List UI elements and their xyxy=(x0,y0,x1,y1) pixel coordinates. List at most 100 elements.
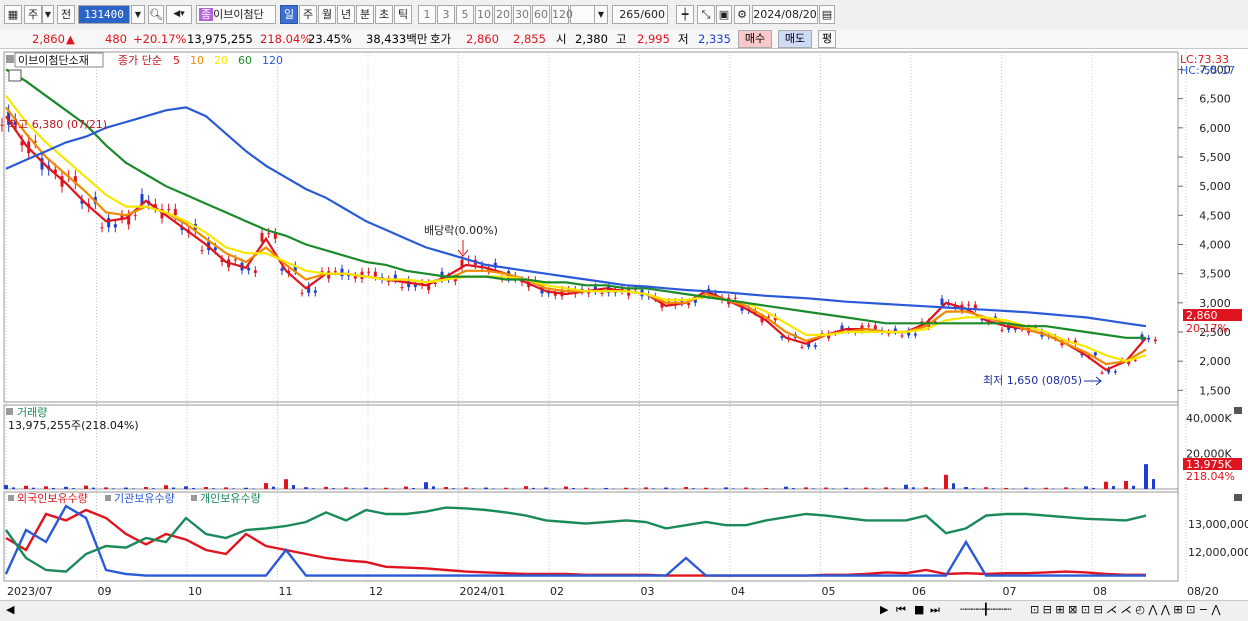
candle-body xyxy=(967,304,971,306)
stock-badge-icon: 종 xyxy=(199,8,214,21)
interval-120[interactable]: 120 xyxy=(551,5,573,24)
candle-body xyxy=(253,270,257,273)
holdings-close-icon[interactable] xyxy=(1234,494,1242,501)
volume-bar xyxy=(544,487,548,489)
volume-bar xyxy=(172,487,175,489)
volume-bar xyxy=(644,487,648,489)
interval-1[interactable]: 1 xyxy=(418,5,436,24)
interval-3[interactable]: 3 xyxy=(437,5,455,24)
interval-20[interactable]: 20 xyxy=(494,5,512,24)
high-value: 2,995 xyxy=(637,32,670,46)
volume-bar xyxy=(484,487,488,489)
eval-button[interactable]: 평 xyxy=(818,30,836,48)
holding-legend-2: 개인보유수량 xyxy=(200,492,261,505)
volume-bar xyxy=(432,486,435,489)
play-icon[interactable]: ▶ xyxy=(880,603,888,616)
ma-legend-10: 10 xyxy=(190,54,204,67)
volume-bar xyxy=(44,486,48,489)
volume-bar xyxy=(724,487,728,489)
y-tick-label: 5,000 xyxy=(1199,180,1231,193)
volume-bar xyxy=(872,488,875,489)
buy-button[interactable]: 매수 xyxy=(738,30,772,48)
interval-60[interactable]: 60 xyxy=(532,5,550,24)
zoom-slider[interactable]: ┄┄┄┄╂┄┄┄┄ xyxy=(960,603,1012,616)
interval-30[interactable]: 30 xyxy=(513,5,531,24)
period-mode-select[interactable]: 주 xyxy=(24,5,42,24)
code-dropdown-icon[interactable]: ▼ xyxy=(131,5,145,24)
search-icon[interactable]: 🔍︎ xyxy=(148,5,164,24)
candle-body xyxy=(1113,371,1117,373)
tools-icons[interactable]: ⊡ ⊟ ⊞ ⊠ ⊡ ⊟ ⋌ ⋌ ◴ ⋀ ⋀ ⊞ ⊡ − ⋀ xyxy=(1030,603,1221,616)
volume-bar xyxy=(1132,485,1135,489)
volume-bar xyxy=(104,487,108,489)
tab-period-1[interactable]: 주 xyxy=(299,5,317,24)
volume-bar xyxy=(672,488,675,489)
layout-icon[interactable]: ▦ xyxy=(4,5,22,24)
candle-body xyxy=(167,209,171,211)
rewind-icon[interactable]: ⏮ xyxy=(896,603,906,617)
forward-icon[interactable]: ⏭ xyxy=(930,603,940,617)
save-icon[interactable]: ▣ xyxy=(716,5,732,24)
tab-period-5[interactable]: 초 xyxy=(375,5,393,24)
stock-name: 이브이첨단 xyxy=(213,8,264,21)
vol-tick-label: 40,000K xyxy=(1186,412,1232,425)
scroll-left-icon[interactable]: ◀ xyxy=(6,603,14,616)
volume-bar xyxy=(212,488,215,489)
hoga-label: 호가 xyxy=(430,32,452,46)
interval-dropdown-icon[interactable]: ▼ xyxy=(594,5,608,24)
tab-period-6[interactable]: 틱 xyxy=(394,5,412,24)
grid-toggle-icon[interactable] xyxy=(8,69,22,82)
ma-legend-60: 60 xyxy=(238,54,252,67)
stop-icon[interactable]: ■ xyxy=(914,603,924,616)
prev-button[interactable]: 전 xyxy=(57,5,75,24)
draw-tool-icon[interactable]: ⤡ xyxy=(697,5,715,24)
volume-bar xyxy=(844,487,848,489)
volume-bar xyxy=(1072,488,1075,489)
volume-bar xyxy=(984,487,988,489)
volume-bar xyxy=(1092,487,1095,489)
volume-menu-icon[interactable] xyxy=(6,408,13,415)
volume-info: 13,975,255주(218.04%) xyxy=(8,419,139,432)
chevron-down-icon[interactable]: ▼ xyxy=(42,5,54,24)
interval-5[interactable]: 5 xyxy=(456,5,474,24)
tab-period-0[interactable]: 일 xyxy=(280,5,298,24)
candle-type-icon[interactable]: ┿ xyxy=(676,5,694,24)
tab-period-2[interactable]: 월 xyxy=(318,5,336,24)
calendar-icon[interactable]: ▤ xyxy=(819,5,835,24)
volume-bar xyxy=(964,487,968,489)
candle-body xyxy=(260,232,264,242)
speaker-icon[interactable]: ◀▾ xyxy=(166,5,192,24)
x-tick-label: 03 xyxy=(641,585,655,598)
volume-bar xyxy=(812,488,815,489)
volume-bar xyxy=(824,487,828,489)
panel-menu-icon[interactable] xyxy=(6,55,14,63)
sell-button[interactable]: 매도 xyxy=(778,30,812,48)
count-field[interactable]: 265/600 xyxy=(612,5,668,24)
stock-name-field[interactable]: 종 이브이첨단 xyxy=(196,5,276,24)
date-input[interactable]: 2024/08/20 xyxy=(752,5,818,24)
code-input[interactable]: 131400 xyxy=(78,5,130,24)
tab-period-3[interactable]: 년 xyxy=(337,5,355,24)
volume-bar xyxy=(1004,487,1008,489)
volume-bar xyxy=(692,488,695,489)
volume-bar xyxy=(944,474,948,489)
candle-body xyxy=(0,124,4,126)
holding-legend-icon xyxy=(191,495,197,501)
volume-bar xyxy=(124,487,128,489)
volume-bar xyxy=(1152,479,1155,489)
gear-icon[interactable]: ⚙ xyxy=(734,5,750,24)
x-tick-label: 07 xyxy=(1003,585,1017,598)
candle-body xyxy=(247,267,251,271)
candle-body xyxy=(133,215,137,217)
candle-body xyxy=(113,224,117,228)
candle-body xyxy=(800,346,804,348)
x-tick-label: 09 xyxy=(98,585,112,598)
holding-legend-0: 외국인보유수량 xyxy=(17,492,88,505)
volume-close-icon[interactable] xyxy=(1234,407,1242,414)
interval-10[interactable]: 10 xyxy=(475,5,493,24)
chart-area[interactable]: 1,5002,0002,5003,0003,5004,0004,5005,000… xyxy=(0,50,1248,601)
tab-period-4[interactable]: 분 xyxy=(356,5,374,24)
volume-bar xyxy=(1032,488,1035,489)
turnover: 23.45% xyxy=(308,32,352,46)
scroll-bar[interactable]: ◀ ▶ ⏮ ■ ⏭ ┄┄┄┄╂┄┄┄┄ ⊡ ⊟ ⊞ ⊠ ⊡ ⊟ ⋌ ⋌ ◴ ⋀ … xyxy=(0,600,1248,621)
